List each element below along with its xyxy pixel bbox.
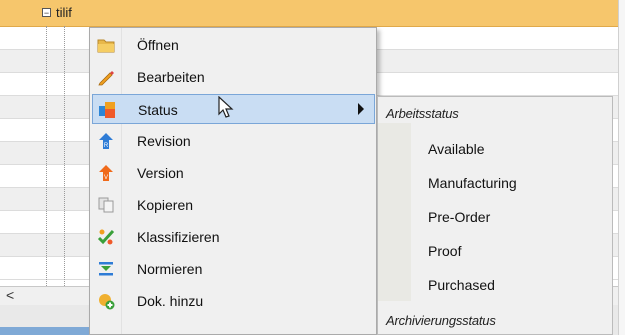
- menu-item-version[interactable]: V Version: [92, 158, 375, 188]
- folder-icon: [97, 39, 115, 53]
- submenu-item-available[interactable]: Available: [428, 141, 485, 157]
- context-menu: Öffnen Bearbeiten Status R Revision V Ve…: [89, 27, 377, 335]
- footer-tab[interactable]: [0, 327, 90, 335]
- menu-item-classify[interactable]: Klassifizieren: [92, 222, 375, 252]
- status-icon: [99, 102, 115, 118]
- mouse-cursor-icon: [218, 96, 234, 118]
- menu-item-label: Revision: [137, 133, 191, 149]
- add-document-icon: [99, 294, 115, 310]
- collapse-icon[interactable]: −: [42, 8, 51, 18]
- menu-item-label: Dok. hinzu: [137, 293, 204, 309]
- version-icon: V: [99, 165, 113, 181]
- pencil-icon: [98, 71, 114, 86]
- status-submenu: Arbeitsstatus Available Manufacturing Pr…: [377, 96, 613, 335]
- menu-item-revision[interactable]: R Revision: [92, 126, 375, 156]
- submenu-item-manufacturing[interactable]: Manufacturing: [428, 175, 517, 191]
- menu-item-label: Klassifizieren: [137, 229, 220, 245]
- vertical-scrollbar[interactable]: [618, 0, 625, 335]
- submenu-item-pre-order[interactable]: Pre-Order: [428, 209, 490, 225]
- submenu-gutter: [378, 123, 411, 301]
- menu-item-open[interactable]: Öffnen: [92, 30, 375, 60]
- submenu-group-header-work-status: Arbeitsstatus: [386, 106, 459, 121]
- submenu-item-purchased[interactable]: Purchased: [428, 277, 495, 293]
- revision-icon: R: [99, 133, 113, 149]
- menu-item-copy[interactable]: Kopieren: [92, 190, 375, 220]
- submenu-item-proof[interactable]: Proof: [428, 243, 461, 259]
- scroll-left-icon[interactable]: <: [6, 287, 14, 303]
- copy-icon: [98, 197, 114, 213]
- svg-text:V: V: [104, 175, 108, 181]
- menu-item-edit[interactable]: Bearbeiten: [92, 62, 375, 92]
- menu-item-normalize[interactable]: Normieren: [92, 254, 375, 284]
- menu-item-add-document[interactable]: Dok. hinzu: [92, 286, 375, 316]
- tree-guide-line: [64, 26, 65, 286]
- svg-text:R: R: [104, 143, 109, 149]
- menu-item-label: Version: [137, 165, 184, 181]
- classify-icon: [97, 229, 115, 245]
- normalize-icon: [99, 262, 113, 276]
- grid-selected-row[interactable]: − tilif: [0, 0, 618, 27]
- submenu-group-header-archive-status: Archivierungsstatus: [386, 313, 496, 328]
- menu-item-label: Normieren: [137, 261, 203, 277]
- node-label: tilif: [56, 5, 72, 20]
- menu-item-label: Öffnen: [137, 37, 179, 53]
- tree-guide-line: [46, 26, 47, 286]
- menu-item-label: Bearbeiten: [137, 69, 205, 85]
- menu-item-label: Status: [138, 102, 178, 118]
- menu-item-label: Kopieren: [137, 197, 194, 213]
- submenu-arrow-icon: [358, 103, 364, 115]
